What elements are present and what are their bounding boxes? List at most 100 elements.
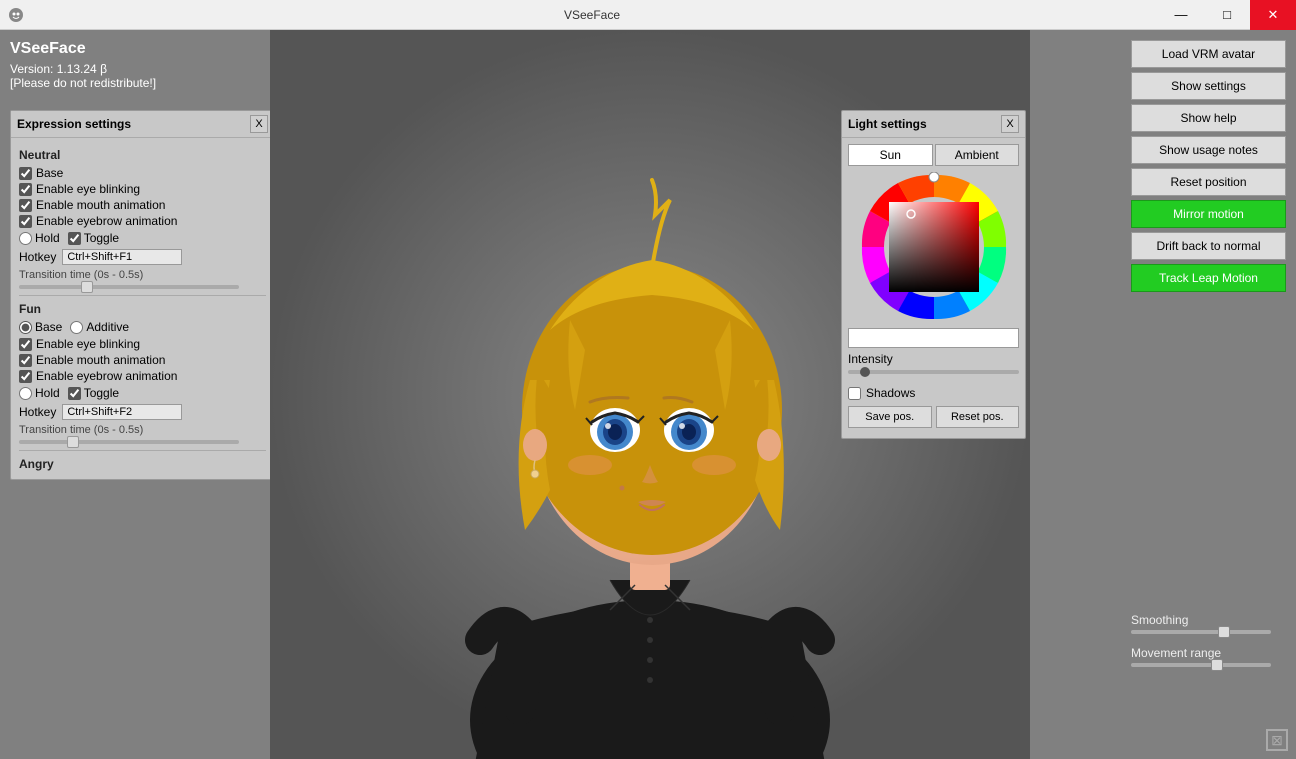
track-leap-motion-button[interactable]: Track Leap Motion [1131, 264, 1286, 292]
fun-base-option: Base [19, 320, 62, 334]
expression-panel: Expression settings X Neutral Base Enabl… [10, 110, 275, 480]
light-panel-header: Light settings X [842, 111, 1025, 138]
neutral-mouth-label: Enable mouth animation [36, 198, 165, 212]
save-pos-button[interactable]: Save pos. [848, 406, 932, 428]
light-tabs: Sun Ambient [848, 144, 1019, 166]
fun-additive-option: Additive [70, 320, 129, 334]
fun-toggle-label: Toggle [84, 386, 119, 400]
neutral-hotkey-row: Hotkey [19, 249, 266, 265]
expression-panel-header: Expression settings X [11, 111, 274, 138]
app-info: VSeeFace Version: 1.13.24 β [Please do n… [10, 40, 156, 90]
fun-toggle-option: Toggle [68, 386, 119, 400]
movement-range-thumb [1211, 659, 1223, 671]
show-settings-button[interactable]: Show settings [1131, 72, 1286, 100]
sun-tab[interactable]: Sun [848, 144, 933, 166]
fun-hold-option: Hold [19, 386, 60, 400]
ambient-tab[interactable]: Ambient [935, 144, 1020, 166]
fun-mouth-label: Enable mouth animation [36, 353, 165, 367]
window-controls: — □ ✕ [1158, 0, 1296, 30]
neutral-base-label: Base [36, 166, 63, 180]
color-wheel-container[interactable] [842, 172, 1025, 322]
movement-range-label: Movement range [1131, 646, 1286, 660]
reset-position-button[interactable]: Reset position [1131, 168, 1286, 196]
expression-panel-content[interactable]: Neutral Base Enable eye blinking Enable … [11, 138, 274, 479]
fun-hold-radio[interactable] [19, 387, 32, 400]
fun-eyebrow-label: Enable eyebrow animation [36, 369, 177, 383]
neutral-eyebrow-label: Enable eyebrow animation [36, 214, 177, 228]
expression-panel-close[interactable]: X [250, 115, 268, 133]
neutral-hold-label: Hold [35, 231, 60, 245]
neutral-base-row: Base [19, 166, 266, 180]
fun-additive-radio[interactable] [70, 321, 83, 334]
show-help-button[interactable]: Show help [1131, 104, 1286, 132]
light-buttons: Save pos. Reset pos. [848, 406, 1019, 428]
fun-hold-label: Hold [35, 386, 60, 400]
neutral-toggle-option: Toggle [68, 231, 119, 245]
fun-eyebrow-checkbox[interactable] [19, 370, 32, 383]
neutral-toggle-label: Toggle [84, 231, 119, 245]
fun-base-additive-row: Base Additive [19, 320, 266, 334]
fun-eye-blink-checkbox[interactable] [19, 338, 32, 351]
light-panel-close[interactable]: X [1001, 115, 1019, 133]
neutral-hotkey-input[interactable] [62, 249, 182, 265]
neutral-base-checkbox[interactable] [19, 167, 32, 180]
smoothing-track[interactable] [1131, 630, 1271, 634]
neutral-transition-slider[interactable] [19, 285, 239, 289]
smoothing-label: Smoothing [1131, 613, 1286, 627]
neutral-hold-option: Hold [19, 231, 60, 245]
shadows-label: Shadows [866, 386, 915, 400]
fun-mouth-checkbox[interactable] [19, 354, 32, 367]
app-icon [6, 5, 26, 25]
neutral-hold-toggle-row: Hold Toggle [19, 231, 266, 245]
fun-transition-label: Transition time (0s - 0.5s) [19, 424, 266, 436]
right-panel: Load VRM avatar Show settings Show help … [1131, 40, 1286, 292]
intensity-thumb [860, 367, 870, 377]
color-hex-row: #FFFFFF [848, 328, 1019, 348]
neutral-transition-label: Transition time (0s - 0.5s) [19, 269, 266, 281]
neutral-eye-blink-row: Enable eye blinking [19, 182, 266, 196]
window-title: VSeeFace [26, 8, 1158, 22]
fun-mouth-row: Enable mouth animation [19, 353, 266, 367]
fun-toggle-checkbox[interactable] [68, 387, 81, 400]
fun-base-radio[interactable] [19, 321, 32, 334]
fun-hold-toggle-row: Hold Toggle [19, 386, 266, 400]
fun-eyebrow-row: Enable eyebrow animation [19, 369, 266, 383]
neutral-hold-radio[interactable] [19, 232, 32, 245]
fun-base-label: Base [35, 320, 62, 334]
movement-range-track[interactable] [1131, 663, 1271, 667]
smoothing-row: Smoothing [1131, 613, 1286, 634]
reset-pos-button[interactable]: Reset pos. [936, 406, 1020, 428]
show-usage-notes-button[interactable]: Show usage notes [1131, 136, 1286, 164]
expression-panel-title: Expression settings [17, 117, 131, 131]
titlebar: VSeeFace — □ ✕ [0, 0, 1296, 30]
movement-range-row: Movement range [1131, 646, 1286, 667]
neutral-mouth-row: Enable mouth animation [19, 198, 266, 212]
color-wheel-svg[interactable] [859, 172, 1009, 322]
app-title: VSeeFace [10, 40, 156, 58]
neutral-eye-blink-label: Enable eye blinking [36, 182, 140, 196]
mirror-motion-button[interactable]: Mirror motion [1131, 200, 1286, 228]
light-panel: Light settings X Sun Ambient [841, 110, 1026, 439]
angry-section-label: Angry [19, 457, 266, 471]
color-hex-input[interactable]: #FFFFFF [848, 328, 1019, 348]
drift-back-button[interactable]: Drift back to normal [1131, 232, 1286, 260]
fun-hotkey-input[interactable] [62, 404, 182, 420]
light-panel-title: Light settings [848, 117, 927, 131]
fun-eye-blink-row: Enable eye blinking [19, 337, 266, 351]
close-button[interactable]: ✕ [1250, 0, 1296, 30]
maximize-button[interactable]: □ [1204, 0, 1250, 30]
shadows-checkbox[interactable] [848, 387, 861, 400]
neutral-mouth-checkbox[interactable] [19, 199, 32, 212]
fun-transition-slider[interactable] [19, 440, 239, 444]
minimize-button[interactable]: — [1158, 0, 1204, 30]
neutral-toggle-checkbox[interactable] [68, 232, 81, 245]
fun-eye-blink-label: Enable eye blinking [36, 337, 140, 351]
neutral-eyebrow-checkbox[interactable] [19, 215, 32, 228]
fun-section-label: Fun [19, 302, 266, 316]
intensity-slider[interactable] [848, 370, 1019, 382]
fun-hotkey-label: Hotkey [19, 405, 56, 419]
neutral-eye-blink-checkbox[interactable] [19, 183, 32, 196]
load-vrm-button[interactable]: Load VRM avatar [1131, 40, 1286, 68]
neutral-section-label: Neutral [19, 148, 266, 162]
resize-icon[interactable]: ⊠ [1266, 729, 1288, 751]
